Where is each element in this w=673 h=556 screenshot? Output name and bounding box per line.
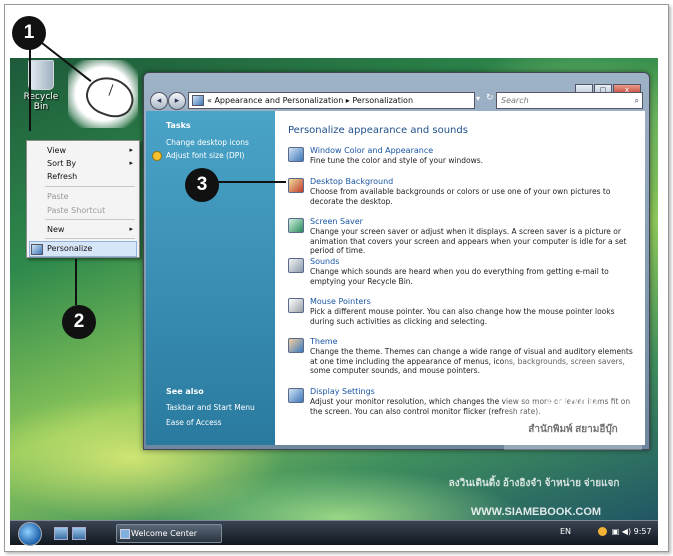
menu-item-personalize[interactable]: Personalize <box>47 244 92 253</box>
refresh-icon[interactable]: ↻ <box>486 93 494 103</box>
link-theme[interactable]: Theme <box>310 337 338 346</box>
menu-divider <box>45 219 135 220</box>
notification-icon[interactable] <box>598 527 608 536</box>
dropdown-arrow-icon[interactable]: ▾ <box>476 94 480 103</box>
system-tray: EN ▣ ◀) 9:57 <box>560 527 652 536</box>
sounds-icon <box>288 258 304 273</box>
control-panel-icon <box>192 95 204 106</box>
menu-item-paste: Paste <box>47 192 69 201</box>
callout-1-leader-line-2 <box>29 49 31 131</box>
item-description: Fine tune the color and style of your wi… <box>310 156 484 165</box>
switch-windows-icon[interactable] <box>72 527 86 540</box>
callout-2: 2 <box>62 305 96 339</box>
link-display-settings[interactable]: Display Settings <box>310 387 375 396</box>
mouse-pointer-icon <box>288 298 304 313</box>
desktop-background-icon <box>288 178 304 193</box>
link-mouse-pointers[interactable]: Mouse Pointers <box>310 297 371 306</box>
page-title: Personalize appearance and sounds <box>288 125 468 136</box>
link-window-color[interactable]: Window Color and Appearance <box>310 146 433 155</box>
display-settings-icon <box>288 388 304 403</box>
submenu-arrow-icon: ▸ <box>129 146 133 154</box>
taskbar: Welcome Center EN ▣ ◀) 9:57 <box>10 520 658 546</box>
search-icon[interactable]: ⌕ <box>635 93 639 108</box>
screen-saver-icon <box>288 218 304 233</box>
callout-3-leader-line <box>214 181 286 183</box>
welcome-center-icon <box>120 529 130 539</box>
link-sounds[interactable]: Sounds <box>310 257 339 266</box>
shield-icon <box>152 151 162 161</box>
callout-2-leader-line <box>75 259 77 305</box>
address-path: « Appearance and Personalization ▸ Perso… <box>207 96 414 105</box>
start-button[interactable] <box>18 522 42 546</box>
watermark-url: WWW.SIAMEBOOK.COM <box>470 506 602 518</box>
back-button[interactable]: ◂ <box>150 92 168 110</box>
clock[interactable]: 9:57 <box>634 527 652 536</box>
menu-divider <box>45 238 135 239</box>
show-desktop-icon[interactable] <box>54 527 68 540</box>
menu-item-new[interactable]: New <box>47 225 64 234</box>
window-color-icon <box>288 147 304 162</box>
link-screen-saver[interactable]: Screen Saver <box>310 217 363 226</box>
personalize-icon <box>31 244 43 255</box>
item-description: Pick a different mouse pointer. You can … <box>310 307 615 326</box>
search-placeholder: Search <box>501 96 529 105</box>
taskbar-button-welcome-center[interactable]: Welcome Center <box>116 524 222 543</box>
task-pane: Tasks Change desktop icons Adjust font s… <box>146 111 275 445</box>
link-taskbar-start-menu[interactable]: Taskbar and Start Menu <box>166 403 255 412</box>
link-desktop-background[interactable]: Desktop Background <box>310 177 393 186</box>
network-icon[interactable]: ▣ <box>612 527 620 536</box>
link-adjust-font-size[interactable]: Adjust font size (DPI) <box>166 151 244 160</box>
watermark-logo: Siam eBook สำนักพิมพ์ สยามอีบุ๊ก <box>504 354 642 450</box>
submenu-arrow-icon: ▸ <box>129 225 133 233</box>
forward-button[interactable]: ▸ <box>168 92 186 110</box>
item-description: Choose from available backgrounds or col… <box>310 187 611 206</box>
watermark-line2: eBook <box>546 392 600 414</box>
watermark-line1: Siam <box>546 362 599 388</box>
watermark-caption: ลงวินเดินดิ้ง อ้างอิงจำ จ้าหน่าย จ่ายแจก <box>448 478 620 489</box>
item-description: Change which sounds are heard when you d… <box>310 267 609 286</box>
task-button-label: Welcome Center <box>131 529 198 538</box>
search-input[interactable]: Search ⌕ <box>496 92 643 109</box>
menu-divider <box>45 186 135 187</box>
see-also-header: See also <box>166 387 204 396</box>
submenu-arrow-icon: ▸ <box>129 159 133 167</box>
recycle-bin-icon <box>28 60 54 90</box>
menu-item-refresh[interactable]: Refresh <box>47 172 77 181</box>
callout-1: 1 <box>12 16 46 50</box>
menu-item-paste-shortcut: Paste Shortcut <box>47 206 106 215</box>
item-description: Change your screen saver or adjust when … <box>310 227 627 255</box>
address-bar-row: ◂ ▸ « Appearance and Personalization ▸ P… <box>148 91 645 111</box>
language-indicator[interactable]: EN <box>560 527 571 536</box>
link-ease-of-access[interactable]: Ease of Access <box>166 418 222 427</box>
theme-icon <box>288 338 304 353</box>
desktop-context-menu: View ▸ Sort By ▸ Refresh Paste Paste Sho… <box>26 140 140 258</box>
menu-item-view[interactable]: View <box>47 146 66 155</box>
recycle-bin[interactable]: Recycle Bin <box>16 60 66 112</box>
callout-3: 3 <box>185 168 219 202</box>
address-bar[interactable]: « Appearance and Personalization ▸ Perso… <box>188 92 475 109</box>
link-change-desktop-icons[interactable]: Change desktop icons <box>166 138 249 147</box>
volume-icon[interactable]: ◀) <box>622 527 631 536</box>
menu-item-sort-by[interactable]: Sort By <box>47 159 76 168</box>
tasks-header: Tasks <box>166 121 191 130</box>
watermark-line3: สำนักพิมพ์ สยามอีบุ๊ก <box>528 424 618 435</box>
